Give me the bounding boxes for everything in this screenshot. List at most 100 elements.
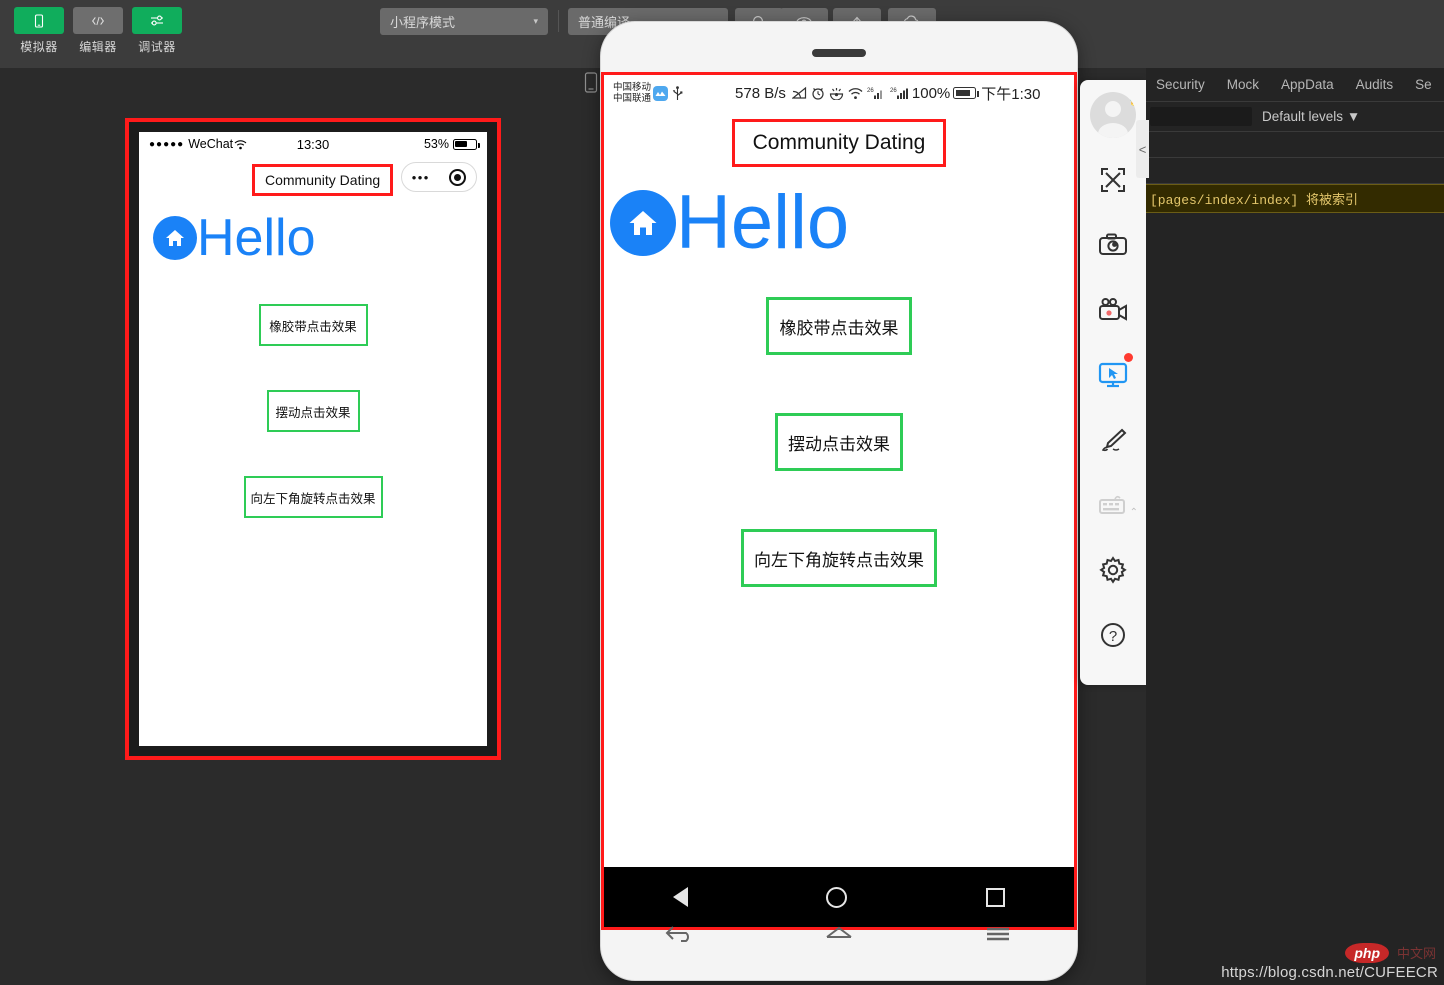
device-status-icons: 26 26 (792, 86, 911, 100)
hello-row: Hello (139, 198, 487, 264)
device-pin-icon (583, 72, 599, 94)
watermark-url: https://blog.csdn.net/CUFEECR (1221, 964, 1438, 981)
tab-security[interactable]: Security (1156, 77, 1205, 92)
device-carrier: 中国移动 中国联通 (613, 82, 651, 104)
chevron-up-icon[interactable]: ⌃ (1130, 507, 1138, 518)
php-logo: php (1345, 943, 1389, 963)
console-toolbar: Default levels ▼ (1146, 102, 1444, 132)
status-battery-group: 53% (424, 137, 477, 151)
tab-sensor[interactable]: Se (1415, 77, 1432, 92)
back-triangle-icon[interactable] (673, 887, 688, 907)
back-arrow-icon[interactable] (664, 921, 696, 945)
devtools-collapse-handle[interactable]: < (1136, 120, 1149, 178)
code-icon (73, 7, 123, 34)
effect-button-swing[interactable]: 摆动点击效果 (775, 413, 903, 471)
video-record-icon[interactable] (1090, 287, 1136, 333)
gear-icon[interactable] (1090, 547, 1136, 593)
toolbar-debugger-label: 调试器 (138, 38, 176, 55)
wechat-capsule[interactable]: ••• (401, 162, 477, 192)
crown-icon: 👑 (1128, 92, 1136, 108)
signal-2g-icon: 26 (890, 86, 911, 100)
simulator-navbar: Community Dating ••• (139, 156, 487, 198)
signal-2g-icon: 26 (867, 86, 886, 100)
recents-square-icon[interactable] (986, 888, 1005, 907)
effect-button-swing[interactable]: 摆动点击效果 (267, 390, 360, 432)
battery-icon (453, 139, 477, 150)
simulator-frame: ●●●●● WeChat 13:30 53% Community Dating … (125, 118, 501, 760)
simulator-screen: ●●●●● WeChat 13:30 53% Community Dating … (139, 132, 487, 746)
battery-percent-label: 53% (424, 137, 449, 151)
toolbar-simulator-label: 模拟器 (20, 38, 58, 55)
inspect-monitor-icon[interactable] (1090, 352, 1136, 398)
tab-audits[interactable]: Audits (1356, 77, 1394, 92)
menu-lines-icon[interactable] (982, 921, 1014, 945)
keyboard-icon[interactable]: ⌃ (1090, 482, 1136, 528)
target-icon[interactable] (449, 169, 466, 186)
tab-mock[interactable]: Mock (1227, 77, 1259, 92)
simulator-status-bar: ●●●●● WeChat 13:30 53% (139, 132, 487, 156)
battery-charging-icon (953, 87, 976, 99)
hello-text: Hello (676, 185, 849, 261)
tab-appdata[interactable]: AppData (1281, 77, 1334, 92)
device-screen: 中国移动 中国联通 578 B/s (601, 72, 1077, 930)
status-time: 下午1:30 (981, 83, 1040, 104)
console-row-empty-1 (1146, 132, 1444, 158)
more-icon[interactable]: ••• (412, 170, 430, 185)
user-avatar[interactable]: 👑 (1090, 92, 1136, 138)
device-mockup: 中国移动 中国联通 578 B/s (601, 22, 1077, 980)
sliders-icon (132, 7, 182, 34)
network-speed-label: 578 B/s (735, 85, 786, 102)
notification-badge (1124, 353, 1133, 362)
device-soft-keys (601, 908, 1077, 958)
toolbar-editor-label: 编辑器 (79, 38, 117, 55)
svg-text:26: 26 (890, 88, 897, 94)
toolbar-simulator-button[interactable]: 模拟器 (14, 7, 64, 55)
console-levels-select[interactable]: Default levels ▼ (1262, 109, 1360, 124)
brush-icon[interactable] (1090, 417, 1136, 463)
usb-icon (672, 86, 683, 101)
effect-button-rubber[interactable]: 橡胶带点击效果 (766, 297, 912, 355)
battery-percent-label: 100% (912, 85, 950, 102)
hello-text: Hello (197, 212, 316, 264)
home-circle-icon[interactable] (826, 887, 847, 908)
mode-select[interactable]: 小程序模式 ▾ (380, 8, 548, 35)
simulator-button-list: 橡胶带点击效果 摆动点击效果 向左下角旋转点击效果 (139, 304, 487, 518)
hello-row: Hello (604, 167, 1074, 261)
devtools-tabs: Security Mock AppData Audits Se (1146, 68, 1444, 102)
page-title: Community Dating (252, 164, 393, 196)
effect-button-rotate[interactable]: 向左下角旋转点击效果 (741, 529, 937, 587)
toolbar-divider (558, 10, 559, 32)
svg-text:26: 26 (867, 88, 874, 94)
effect-button-rotate[interactable]: 向左下角旋转点击效果 (244, 476, 383, 518)
toolbar-debugger-button[interactable]: 调试器 (132, 7, 182, 55)
carrier-line-2: 中国联通 (613, 93, 651, 104)
app-icon (653, 86, 668, 101)
app-root: 模拟器 编辑器 调试器 小程序模式 ▾ 普通编译 (0, 0, 1444, 985)
console-levels-label: Default levels (1262, 109, 1343, 124)
alarm-icon (811, 86, 825, 100)
console-row-empty-2 (1146, 158, 1444, 184)
home-outline-icon[interactable] (823, 921, 855, 945)
device-speaker (812, 49, 866, 57)
carrier-line-1: 中国移动 (613, 82, 651, 93)
effect-button-rubber[interactable]: 橡胶带点击效果 (259, 304, 368, 346)
phone-icon (14, 7, 64, 34)
chevron-down-icon: ▼ (1347, 109, 1360, 124)
wifi-icon (848, 87, 863, 100)
home-icon (610, 190, 676, 256)
eyecare-icon (829, 86, 844, 100)
chevron-down-icon: ▾ (533, 16, 538, 27)
php-logo-cn: 中文网 (1397, 943, 1436, 962)
device-button-list: 橡胶带点击效果 摆动点击效果 向左下角旋转点击效果 (604, 297, 1074, 587)
toolbar-button-group: 模拟器 编辑器 调试器 (14, 7, 182, 55)
camera-icon[interactable] (1090, 222, 1136, 268)
device-status-bar: 中国移动 中国联通 578 B/s (604, 75, 1074, 111)
home-icon (153, 216, 197, 260)
fullscreen-icon[interactable] (1090, 157, 1136, 203)
console-warning-log: [pages/index/index] 将被索引 (1146, 184, 1444, 213)
help-icon[interactable]: ? (1090, 612, 1136, 658)
cast-icon (792, 86, 807, 100)
toolbar-editor-button[interactable]: 编辑器 (73, 7, 123, 55)
page-title: Community Dating (732, 119, 946, 167)
console-filter-input[interactable] (1150, 107, 1252, 126)
